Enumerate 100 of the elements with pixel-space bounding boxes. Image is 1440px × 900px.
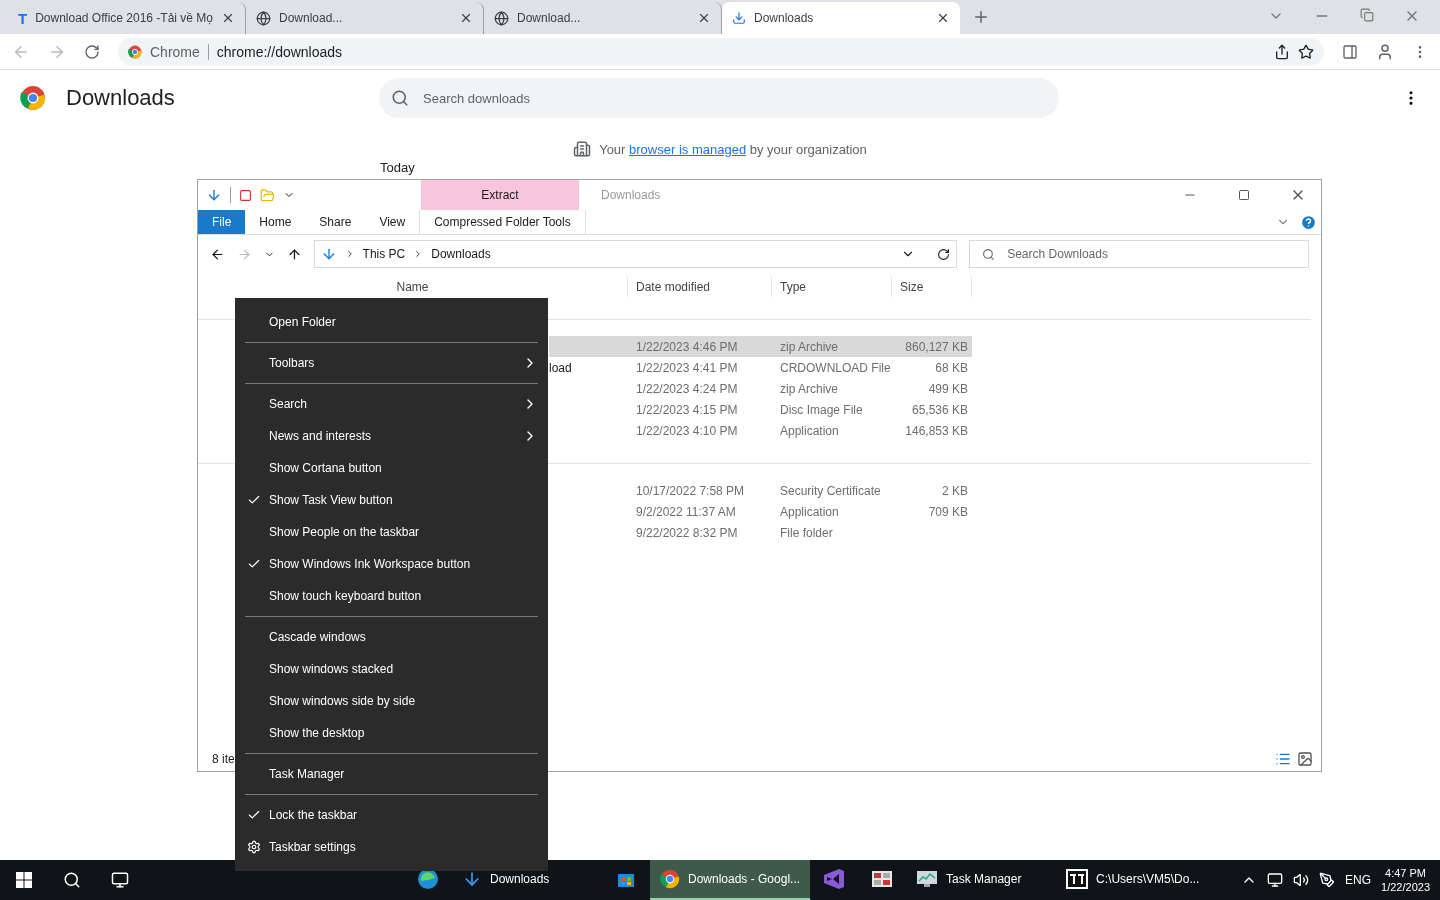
network-icon[interactable] [1267, 872, 1284, 888]
menu-item[interactable]: Show People on the taskbar [245, 516, 538, 548]
menu-item[interactable]: Open Folder [245, 306, 538, 338]
menu-item[interactable]: Show touch keyboard button [245, 580, 538, 612]
column-header[interactable]: Name [198, 277, 628, 297]
search-field[interactable]: Search downloads [379, 78, 1059, 118]
ribbon-tab[interactable]: Home [245, 210, 306, 234]
language-indicator[interactable]: ENG [1345, 873, 1372, 887]
menu-item[interactable]: Taskbar settings [245, 831, 538, 863]
details-view-icon[interactable] [1275, 751, 1291, 767]
size-cell-text: 65,536 KB [910, 402, 969, 417]
search-icon[interactable] [63, 871, 81, 889]
search-field[interactable]: Search Downloads [969, 240, 1309, 268]
archive-logo-icon [1066, 869, 1089, 889]
tab-title: Download Office 2016 -Tải về Mọ [35, 11, 213, 25]
close-icon[interactable] [221, 11, 235, 25]
maximize-icon[interactable] [1238, 189, 1250, 201]
restore-icon[interactable] [1360, 8, 1374, 22]
menu-item[interactable]: Show windows side by side [245, 685, 538, 717]
file-row[interactable]: 1/22/2023 4:15 PM Disc Image File 65,536 KB [549, 399, 972, 420]
ribbon-tab[interactable]: Share [305, 210, 366, 234]
close-icon[interactable] [459, 11, 473, 25]
file-row[interactable]: load 1/22/2023 4:41 PM CRDOWNLOAD File 68 KB [549, 357, 972, 378]
browser-tab[interactable]: Downloads [722, 2, 960, 34]
tiles-view-icon[interactable] [1297, 751, 1313, 767]
search-icon [982, 247, 996, 261]
volume-icon[interactable] [1293, 872, 1310, 888]
managed-link[interactable]: browser is managed [629, 141, 747, 157]
reload-icon[interactable] [84, 43, 100, 60]
check-icon [247, 808, 261, 822]
back-icon[interactable] [210, 246, 225, 262]
menu-item[interactable]: Show Task View button [245, 484, 538, 516]
menu-item[interactable]: Lock the taskbar [245, 799, 538, 831]
file-row[interactable]: 1/22/2023 4:46 PM zip Archive 860,127 KB [549, 336, 972, 357]
chrome-logo-icon [128, 44, 142, 59]
menu-item[interactable]: Show windows stacked [245, 653, 538, 685]
ribbon-tab[interactable]: View [365, 210, 420, 234]
column-header[interactable]: Size [892, 277, 972, 297]
context-group-label: Extract [421, 180, 579, 210]
date-cell-text: 1/22/2023 4:46 PM [635, 339, 739, 354]
column-header[interactable]: Type [772, 277, 892, 297]
taskbar-app[interactable]: Task Manager [906, 860, 1057, 900]
bookmark-star-icon[interactable] [1298, 43, 1314, 60]
side-panel-icon[interactable] [1342, 43, 1358, 60]
file-row[interactable]: 10/17/2022 7:58 PM Security Certificate 2 KB [549, 480, 972, 501]
windows-logo-icon[interactable] [16, 872, 32, 888]
close-icon[interactable] [697, 11, 711, 25]
ribbon-tab[interactable]: File [198, 210, 246, 234]
menu-item[interactable]: Toolbars [245, 347, 538, 379]
profile-icon[interactable] [1376, 42, 1394, 61]
menu-item[interactable]: News and interests [245, 420, 538, 452]
up-icon[interactable] [286, 246, 302, 262]
size-cell-text: 68 KB [934, 360, 969, 375]
check-icon [247, 557, 261, 571]
size-cell-text: 499 KB [927, 381, 969, 396]
site-letter-icon: T [18, 9, 28, 27]
file-row[interactable]: 9/22/2022 8:32 PM File folder [549, 522, 972, 543]
file-row[interactable]: 1/22/2023 4:10 PM Application 146,853 KB [549, 420, 972, 441]
chrome-logo-icon [660, 869, 680, 889]
menu-item[interactable]: Cascade windows [245, 621, 538, 653]
file-row[interactable]: 9/2/2022 11:37 AM Application 709 KB [549, 501, 972, 522]
browser-tab[interactable]: T Download Office 2016 -Tải về Mọ [8, 2, 246, 34]
menu-item[interactable]: Show Windows Ink Workspace button [245, 548, 538, 580]
url-text: chrome://downloads [216, 43, 343, 60]
file-row[interactable]: 1/22/2023 4:24 PM zip Archive 499 KB [549, 378, 972, 399]
refresh-icon[interactable] [937, 247, 951, 261]
address-bar[interactable]: Chrome chrome://downloads [118, 37, 1324, 66]
clock[interactable]: 4:47 PM 1/22/2023 [1381, 867, 1430, 893]
breadcrumb-item[interactable]: This PC [362, 247, 406, 261]
type-cell-text: File folder [779, 525, 834, 540]
infinity-ribbon-icon [822, 868, 847, 890]
menu-item[interactable]: Show Cortana button [245, 452, 538, 484]
menu-item[interactable]: Search [245, 388, 538, 420]
task-view-icon[interactable] [111, 871, 129, 889]
date-cell-text: 9/22/2022 8:32 PM [635, 525, 739, 540]
new-tab-icon[interactable] [972, 8, 990, 26]
globe-icon [494, 10, 509, 26]
tab-title: Download... [279, 11, 344, 25]
page-title: Downloads [66, 85, 176, 111]
breadcrumb-item[interactable]: Downloads [431, 247, 491, 261]
status-text: 8 ite [212, 752, 235, 766]
taskbar-app[interactable]: Downloads - Googl... [650, 860, 811, 900]
type-cell-text: Application [779, 423, 840, 438]
help-icon[interactable] [1300, 213, 1317, 231]
taskbar-app[interactable]: C:\Users\VM5\Do... [1056, 860, 1210, 900]
menu-item[interactable]: Task Manager [245, 758, 538, 790]
close-icon[interactable] [936, 11, 950, 25]
taskbar-app[interactable]: Downloads [452, 860, 602, 900]
date-cell-text: 1/22/2023 4:24 PM [635, 381, 739, 396]
type-cell-text: Disc Image File [779, 402, 864, 417]
date-cell-text: 1/22/2023 4:15 PM [635, 402, 739, 417]
check-icon [247, 493, 261, 507]
column-header[interactable]: Date modified [628, 277, 772, 297]
ribbon-tab[interactable]: Compressed Folder Tools [419, 210, 586, 234]
tab-title: Downloads [754, 11, 815, 25]
menu-item[interactable]: Show the desktop [245, 717, 538, 749]
address-field[interactable]: This PC Downloads [313, 240, 958, 268]
browser-tab[interactable]: Download... [246, 2, 484, 34]
share-icon[interactable] [1274, 43, 1290, 60]
pen-icon[interactable] [1319, 872, 1336, 888]
